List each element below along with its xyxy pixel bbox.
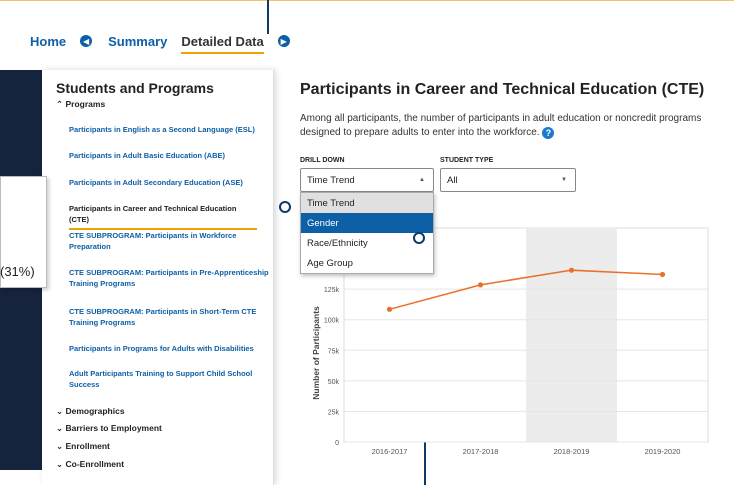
top-rule (0, 0, 734, 1)
caret-up-icon: ▲ (419, 177, 425, 183)
sidebar-group-demographics[interactable]: ⌄ Demographics (56, 406, 125, 417)
student-type-value: All (447, 175, 458, 186)
sidebar-group-label: Demographics (65, 406, 125, 416)
sidebar-item-short-term-cte[interactable]: CTE SUBPROGRAM: Participants in Short-Te… (69, 306, 274, 328)
drill-down-select[interactable]: Time Trend ▲ (300, 168, 434, 192)
sidebar-item-workforce-prep[interactable]: CTE SUBPROGRAM: Participants in Workforc… (69, 230, 274, 252)
sidebar-item-abe[interactable]: Participants in Adult Basic Education (A… (69, 150, 274, 161)
data-point (659, 271, 666, 278)
x-tick-label: 2018-2019 (554, 447, 590, 456)
page-title: Participants in Career and Technical Edu… (300, 81, 705, 98)
chevron-left-icon[interactable]: ◀ (80, 35, 93, 47)
description-text: Among all participants, the number of pa… (300, 113, 702, 138)
highlight-band (526, 228, 617, 442)
page-description: Among all participants, the number of pa… (300, 112, 720, 140)
sidebar-group-co-enrollment[interactable]: ⌄ Co-Enrollment (56, 459, 124, 470)
option-time-trend[interactable]: Time Trend (301, 193, 433, 213)
data-point (477, 282, 484, 288)
sidebar-item-esl[interactable]: Participants in English as a Second Lang… (69, 124, 274, 135)
y-axis-label: Number of Participants (311, 306, 321, 400)
chevron-up-icon: ⌃ (56, 99, 64, 109)
student-type-label: STUDENT TYPE (440, 157, 494, 164)
x-tick-label: 2017-2018 (463, 447, 499, 456)
chevron-down-icon: ⌄ (56, 459, 64, 469)
sidebar-item-disabilities[interactable]: Participants in Programs for Adults with… (69, 343, 274, 354)
student-type-select[interactable]: All ▼ (440, 168, 576, 192)
tab-home[interactable]: Home (30, 34, 66, 49)
x-tick-label: 2019-2020 (645, 447, 681, 456)
annotation-marker-sidebar (279, 201, 291, 213)
drill-down-value: Time Trend (307, 175, 355, 186)
sidebar-group-label: Barriers to Employment (65, 423, 162, 433)
annotation-marker-dropdown (413, 232, 425, 244)
sidebar-group-label: Co-Enrollment (65, 459, 125, 469)
option-gender[interactable]: Gender (301, 213, 433, 233)
chevron-down-icon: ⌄ (56, 423, 64, 433)
help-icon[interactable]: ? (542, 127, 555, 139)
sidebar-group-programs[interactable]: ⌃ Programs (56, 99, 105, 110)
option-age-group[interactable]: Age Group (301, 253, 433, 273)
annotation-line-top (267, 0, 269, 34)
y-tick-label: 125k (324, 287, 340, 294)
y-tick-label: 50k (328, 379, 340, 386)
sidebar-group-barriers[interactable]: ⌄ Barriers to Employment (56, 423, 162, 434)
y-tick-label: 25k (328, 409, 340, 416)
data-point (386, 306, 393, 312)
chevron-down-icon: ⌄ (56, 406, 64, 416)
tab-detailed-data[interactable]: Detailed Data (181, 34, 264, 54)
sidebar-title: Students and Programs (56, 80, 214, 96)
sidebar-group-label: Enrollment (65, 441, 110, 451)
x-tick-label: 2016-2017 (372, 447, 408, 456)
y-tick-label: 0 (335, 440, 339, 447)
drill-down-label: DRILL DOWN (300, 157, 345, 164)
caret-down-icon: ▼ (561, 177, 567, 183)
sidebar-item-ase[interactable]: Participants in Adult Secondary Educatio… (69, 177, 274, 188)
sidebar: Students and Programs ⌃ Programs Partici… (42, 70, 274, 485)
y-tick-label: 100k (324, 318, 340, 325)
sidebar-item-pre-apprenticeship[interactable]: CTE SUBPROGRAM: Participants in Pre-Appr… (69, 267, 274, 289)
sidebar-group-label: Programs (65, 99, 106, 109)
tooltip-percent: (31%) (0, 264, 35, 279)
data-point (568, 267, 575, 273)
chevron-right-icon[interactable]: ▶ (277, 35, 290, 47)
sidebar-item-cte[interactable]: Participants in Career and Technical Edu… (69, 203, 257, 230)
y-tick-label: 75k (328, 348, 340, 355)
nav-tabs: Home ◀ Summary Detailed Data ▶ (30, 31, 306, 54)
sidebar-group-enrollment[interactable]: ⌄ Enrollment (56, 441, 110, 452)
sidebar-item-child-school-success[interactable]: Adult Participants Training to Support C… (69, 368, 274, 390)
tab-summary[interactable]: Summary (108, 34, 167, 49)
chevron-down-icon: ⌄ (56, 441, 64, 451)
